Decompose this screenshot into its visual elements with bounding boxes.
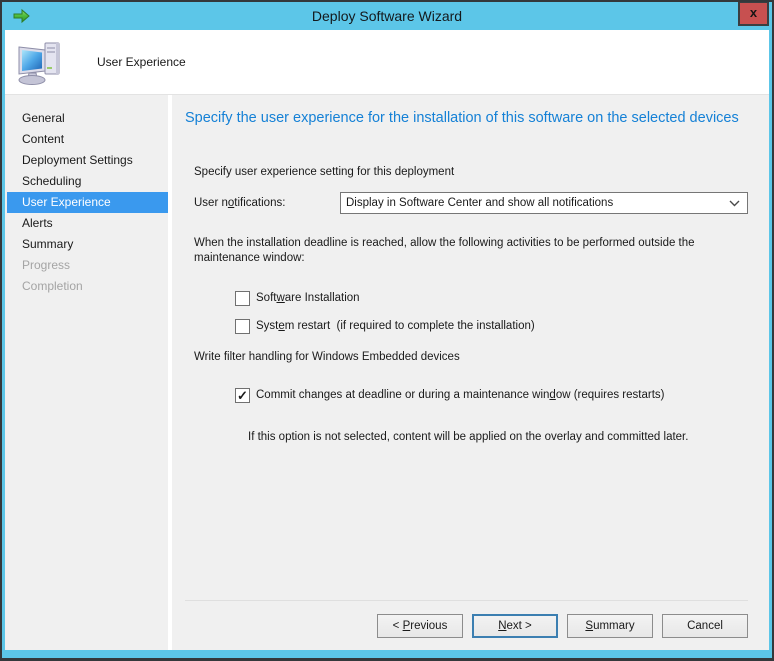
software-installation-checkbox-row[interactable]: Software Installation bbox=[235, 291, 748, 306]
titlebar: Deploy Software Wizard x bbox=[2, 2, 772, 30]
software-installation-label: Software Installation bbox=[256, 292, 360, 304]
next-button[interactable]: Next > bbox=[472, 614, 558, 638]
checkmark-icon: ✓ bbox=[237, 388, 248, 403]
sidebar-item-content[interactable]: Content bbox=[5, 129, 168, 150]
sidebar-item-alerts[interactable]: Alerts bbox=[5, 213, 168, 234]
system-restart-label: System restart (if required to complete … bbox=[256, 320, 535, 332]
wizard-header: User Experience bbox=[5, 30, 769, 95]
sidebar-item-summary[interactable]: Summary bbox=[5, 234, 168, 255]
sidebar-item-user-experience[interactable]: User Experience bbox=[7, 192, 168, 213]
write-filter-label: Write filter handling for Windows Embedd… bbox=[194, 351, 460, 363]
window-body: User Experience General Content Deployme… bbox=[5, 30, 769, 650]
page-heading: Specify the user experience for the inst… bbox=[185, 110, 739, 126]
previous-button[interactable]: < Previous bbox=[377, 614, 463, 638]
sidebar-item-deployment-settings[interactable]: Deployment Settings bbox=[5, 150, 168, 171]
sidebar-item-completion: Completion bbox=[22, 279, 83, 293]
chevron-down-icon bbox=[729, 200, 740, 207]
sidebar-item-general[interactable]: General bbox=[5, 108, 168, 129]
wizard-footer: < Previous Next > Summary Cancel bbox=[185, 600, 748, 650]
deadline-paragraph: When the installation deadline is reache… bbox=[194, 237, 695, 264]
user-notifications-selected-value: Display in Software Center and show all … bbox=[346, 197, 614, 209]
commit-changes-checkbox[interactable]: ✓ bbox=[235, 388, 250, 403]
commit-changes-checkbox-row[interactable]: ✓ Commit changes at deadline or during a… bbox=[235, 388, 748, 403]
sidebar-item-progress: Progress bbox=[22, 258, 71, 272]
deploy-software-wizard-window: Deploy Software Wizard x User Experience… bbox=[0, 0, 774, 661]
page-content: Specify the user experience for the inst… bbox=[172, 95, 769, 650]
wizard-steps-sidebar: General Content Deployment Settings Sche… bbox=[5, 95, 168, 650]
user-notifications-label: User notifications: bbox=[194, 196, 286, 209]
software-installation-checkbox[interactable] bbox=[235, 291, 250, 306]
system-restart-checkbox-row[interactable]: System restart (if required to complete … bbox=[235, 319, 748, 334]
summary-button[interactable]: Summary bbox=[567, 614, 653, 638]
computer-icon bbox=[17, 40, 64, 85]
main-area: General Content Deployment Settings Sche… bbox=[5, 95, 769, 650]
page-title: User Experience bbox=[97, 55, 186, 69]
sidebar-item-scheduling[interactable]: Scheduling bbox=[5, 171, 168, 192]
commit-note: If this option is not selected, content … bbox=[248, 431, 689, 443]
user-notifications-select[interactable]: Display in Software Center and show all … bbox=[340, 192, 748, 214]
user-notifications-row: User notifications: Display in Software … bbox=[194, 192, 748, 214]
system-restart-checkbox[interactable] bbox=[235, 319, 250, 334]
window-title: Deploy Software Wizard bbox=[311, 8, 463, 24]
cancel-button[interactable]: Cancel bbox=[662, 614, 748, 638]
commit-changes-label: Commit changes at deadline or during a m… bbox=[256, 389, 665, 401]
section-label: Specify user experience setting for this… bbox=[194, 166, 455, 178]
close-button[interactable]: x bbox=[738, 2, 769, 26]
